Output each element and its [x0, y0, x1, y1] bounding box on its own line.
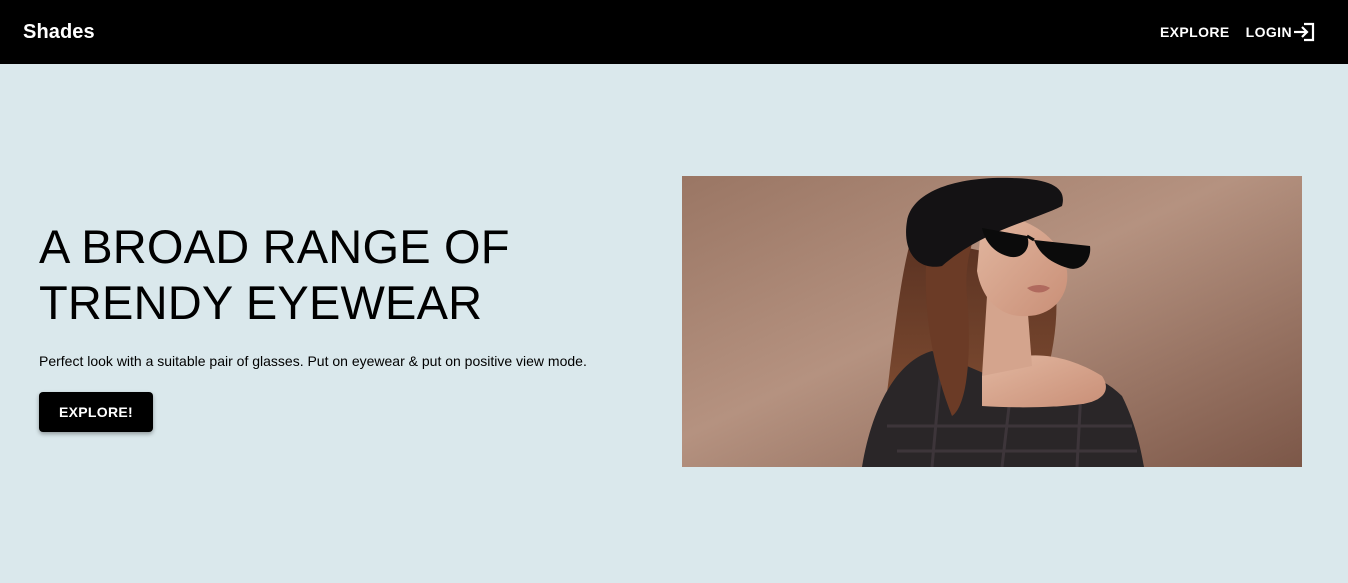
nav-login-label: LOGIN: [1245, 24, 1292, 40]
top-navbar: Shades EXPLORE LOGIN: [0, 0, 1348, 64]
nav-actions: EXPLORE LOGIN: [1160, 22, 1315, 42]
hero-text-block: A BROAD RANGE OF TRENDY EYEWEAR Perfect …: [39, 219, 639, 432]
nav-explore-link[interactable]: EXPLORE: [1160, 24, 1230, 40]
hero-photo: [682, 176, 1302, 467]
hero-tagline: Perfect look with a suitable pair of gla…: [39, 353, 587, 369]
brand-logo[interactable]: Shades: [23, 21, 95, 44]
nav-explore-label: EXPLORE: [1159, 24, 1230, 40]
hero-headline: A BROAD RANGE OF TRENDY EYEWEAR: [39, 220, 510, 329]
login-icon: [1293, 22, 1315, 42]
nav-login-link[interactable]: LOGIN: [1246, 22, 1315, 42]
explore-button[interactable]: EXPLORE!: [39, 392, 153, 432]
hero-section: A BROAD RANGE OF TRENDY EYEWEAR Perfect …: [0, 64, 1348, 583]
